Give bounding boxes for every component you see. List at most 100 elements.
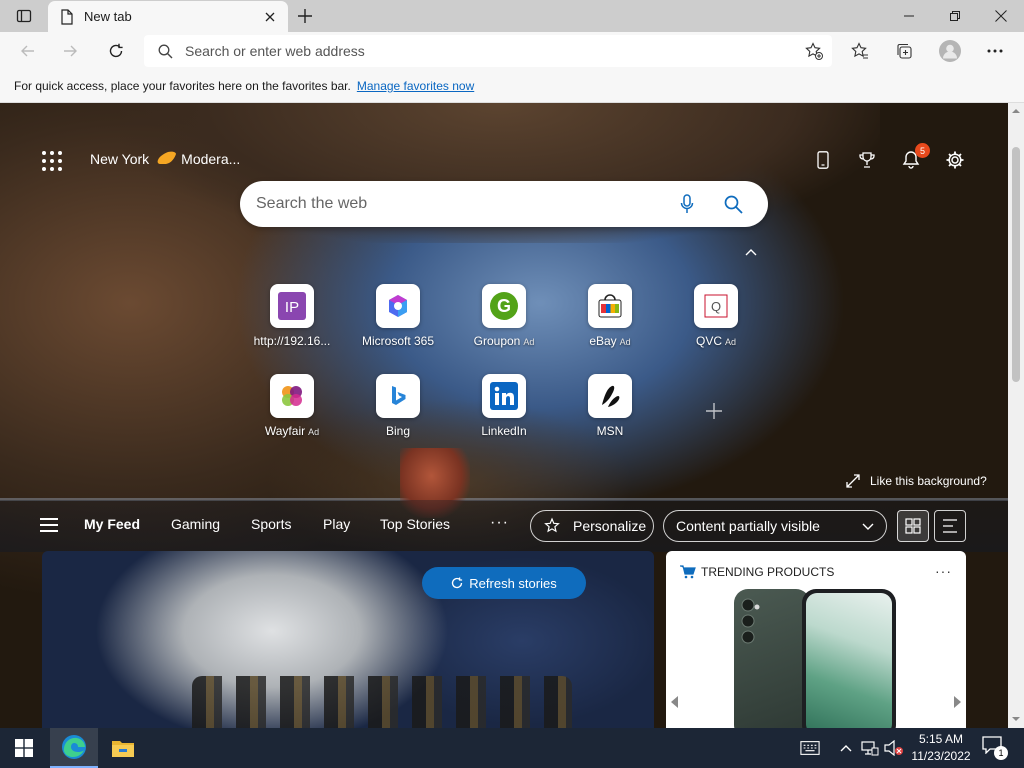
forward-button[interactable] [56,37,84,65]
arrow-left-icon [21,45,34,57]
scroll-up-icon[interactable] [1012,107,1020,115]
rewards-button[interactable] [852,145,882,175]
collections-button[interactable] [890,37,918,65]
sparkle-star-icon [544,517,560,533]
quick-link-tile[interactable]: Wayfair Ad [252,374,332,438]
page-icon [61,8,73,25]
refresh-stories-button[interactable]: Refresh stories [422,567,586,599]
card-more-button[interactable]: ··· [935,563,952,579]
microphone-icon [680,194,694,213]
tab-new-tab[interactable]: New tab [48,1,288,32]
personalize-label: Personalize [573,518,647,534]
taskbar-clock[interactable]: 5:15 AM 11/23/2022 [906,731,976,765]
feed-menu-button[interactable] [40,518,58,532]
quick-link-tile[interactable]: G Groupon Ad [464,284,544,348]
add-favorite-button[interactable] [804,41,824,61]
new-tab-page: New York Modera... 5 IP http://192.16... [0,103,1008,728]
web-search-box[interactable] [240,181,768,227]
network-status-button[interactable] [860,738,880,758]
navigation-bar [0,32,1024,70]
app-launcher-button[interactable] [40,149,64,173]
tab-strip: New tab [0,0,1024,32]
close-window-button[interactable] [978,0,1024,32]
quick-link-tile[interactable]: Bing [358,374,438,438]
volume-muted-icon [884,740,903,756]
quick-link-tile[interactable]: MSN [570,374,650,438]
star-list-icon [851,42,868,59]
weather-condition: Modera... [181,151,241,167]
taskbar-edge[interactable] [50,728,98,768]
refresh-icon [452,577,463,589]
list-view-button[interactable] [934,510,966,542]
volume-button[interactable] [884,738,904,758]
microsoft-365-icon [389,295,407,317]
manage-favorites-link[interactable]: Manage favorites now [357,79,474,93]
close-tab-button[interactable] [260,7,280,27]
page-settings-button[interactable] [940,145,970,175]
carousel-next-icon[interactable] [952,696,962,708]
web-search-input[interactable] [256,195,656,213]
trending-products-card[interactable]: TRENDING PRODUCTS ··· [666,551,966,728]
news-hero-card[interactable]: Refresh stories [42,551,654,728]
more-feed-tabs-button[interactable]: ··· [490,514,509,532]
weather-location: New York [90,151,150,167]
feed-tab-my-feed[interactable]: My Feed [84,516,140,532]
notifications-button[interactable]: 5 [896,143,930,175]
search-icon [724,195,743,214]
keyboard-layout-button[interactable] [800,738,820,758]
avatar-icon [939,40,961,62]
bing-icon [392,386,406,405]
content-visibility-value: Content partially visible [676,518,820,534]
feed-tab-sports[interactable]: Sports [251,516,291,532]
groupon-icon: G [490,292,518,320]
collapse-tiles-button[interactable] [742,245,760,259]
quick-link-tile[interactable]: IP http://192.16... [252,284,332,348]
address-input[interactable] [185,43,775,59]
page-scrollbar[interactable] [1008,103,1024,728]
quick-link-tile[interactable]: LinkedIn [464,374,544,438]
action-center-button[interactable]: 1 [982,736,1008,760]
camera-lens-icon [741,598,760,644]
settings-more-button[interactable] [981,37,1009,65]
restore-button[interactable] [932,0,978,32]
feed-tab-gaming[interactable]: Gaming [171,516,220,532]
ebay-icon [598,294,622,318]
gear-icon [946,151,964,169]
quick-link-tile[interactable]: eBay Ad [570,284,650,348]
collections-icon [897,43,912,59]
close-icon [995,10,1007,22]
weather-widget[interactable]: New York Modera... [90,147,240,171]
tab-actions-button[interactable] [0,0,48,32]
feed-tab-top-stories[interactable]: Top Stories [380,516,450,532]
quick-link-tile[interactable]: Q QVC Ad [676,284,756,348]
content-visibility-dropdown[interactable]: Content partially visible [663,510,887,542]
personalize-button[interactable]: Personalize [530,510,654,542]
show-hidden-icons-button[interactable] [836,738,856,758]
carousel-prev-icon[interactable] [670,696,680,708]
minimize-button[interactable] [886,0,932,32]
favorites-button[interactable] [846,37,874,65]
start-button[interactable] [0,728,48,768]
profile-button[interactable] [936,37,964,65]
back-button[interactable] [14,37,42,65]
scroll-thumb[interactable] [1012,147,1020,382]
voice-search-button[interactable] [676,193,698,215]
mobile-button[interactable] [808,145,838,175]
address-bar[interactable] [144,35,832,67]
taskbar-file-explorer[interactable] [99,728,147,768]
new-tab-button[interactable] [292,4,318,28]
keyboard-icon [800,741,820,755]
feed-tab-play[interactable]: Play [323,516,350,532]
refresh-button[interactable] [102,37,130,65]
search-icon [158,44,173,58]
like-background-button[interactable]: Like this background? [846,474,987,488]
scroll-down-icon[interactable] [1012,715,1020,723]
add-site-button[interactable] [702,399,726,423]
edge-icon [62,735,86,759]
feed-navigation: My Feed Gaming Sports Play Top Stories ·… [0,500,1008,552]
grid-view-button[interactable] [897,510,929,542]
quick-link-tile[interactable]: Microsoft 365 [358,284,438,348]
web-search-button[interactable] [722,193,744,215]
refresh-icon [109,43,123,58]
chevron-down-icon [862,523,874,530]
